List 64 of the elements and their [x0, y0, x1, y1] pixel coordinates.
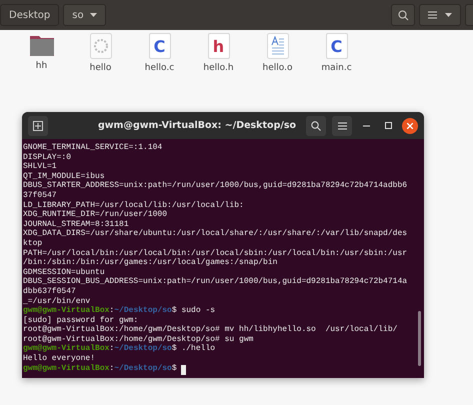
terminal-output-line: ktop [23, 238, 42, 249]
file-name: hello.c [144, 63, 174, 73]
new-tab-icon [33, 120, 43, 130]
file-name: main.c [321, 63, 352, 73]
prompt-path: ~/Desktop/so [114, 364, 172, 374]
terminal-output-line: DBUS_SESSION_BUS_ADDRESS=unix:path=/run/user/1000/bus,guid=d9281ba78294c72b4714a [23, 277, 408, 287]
terminal-output-line: JOURNAL_STREAM=8:31181 [23, 220, 129, 229]
terminal-output-line: root@gwm-VirtualBox:/home/gwm/Desktop/so# su gwm [23, 334, 254, 344]
terminal-output-line: QT_IM_MODULE=ibus [23, 172, 105, 181]
terminal-output-line: DISPLAY=:0 [23, 152, 72, 162]
prompt-separator: : [109, 344, 114, 354]
terminal-output-line: SHLVL=1 [23, 162, 57, 172]
prompt-path: ~/Desktop/so [114, 344, 172, 354]
search-icon [311, 120, 321, 130]
close-button[interactable] [402, 118, 418, 134]
maximize-icon [384, 122, 392, 129]
caret-icon [445, 13, 452, 17]
file-name: hello [90, 63, 112, 73]
breadcrumb-button[interactable]: so [63, 4, 106, 26]
prompt-user: gwm@gwm-VirtualBox [23, 306, 110, 316]
terminal-output-line: PATH=/usr/local/bin:/usr/local/bin:/usr/local/sbin:/usr/local/bin:/usr/sbin:/usr [23, 248, 408, 258]
source-file-icon: C [148, 33, 170, 59]
terminal-command: $ sudo -s [172, 306, 216, 316]
scrollbar[interactable] [418, 311, 421, 366]
new-tab-button[interactable] [28, 116, 48, 136]
minimize-icon [362, 124, 370, 126]
close-icon [407, 122, 413, 128]
source-file-icon: C [326, 33, 348, 59]
terminal-command: $ [172, 364, 178, 374]
search-button[interactable] [391, 4, 415, 26]
terminal-output-line: XDG_DATA_DIRS=/usr/share/ubuntu:/usr/local/share/:/usr/share/:/var/lib/snapd/des [23, 229, 408, 239]
breadcrumb-button[interactable]: Desktop [0, 4, 60, 26]
search-button[interactable] [306, 116, 326, 136]
terminal-output-line: [sudo] password for gwm: [23, 316, 138, 325]
terminal-output-line: 37f0547 [23, 190, 57, 201]
folder-icon [28, 33, 54, 57]
window-title: gwm@gwm-VirtualBox: ~/Desktop/so [96, 120, 298, 131]
prompt-separator: : [109, 306, 114, 316]
terminal-output-line: dbb637f0547 [23, 286, 76, 296]
terminal-output-line: DBUS_STARTER_ADDRESS=unix:path=/run/user/1000/bus,guid=d9281ba78294c72b4714adbb6 [23, 181, 408, 191]
prompt-path: ~/Desktop/so [114, 306, 172, 316]
search-icon [398, 10, 408, 20]
terminal-output-line: XDG_RUNTIME_DIR=/run/user/1000 [23, 210, 168, 220]
terminal-output-line: _=/usr/bin/env [23, 296, 90, 306]
gear-file-icon [90, 33, 112, 59]
file-name: hh [36, 61, 48, 71]
menu-icon [338, 122, 346, 130]
terminal-output-line: root@gwm-VirtualBox:/home/gwm/Desktop/so# mv hh/libhyhello.so /usr/local/lib/ [23, 325, 398, 335]
view-list-button[interactable] [419, 4, 461, 26]
source-file-icon: h [208, 33, 230, 59]
terminal-command: $ ./hello [172, 344, 216, 354]
terminal-output-line: /bin:/sbin:/bin:/usr/games:/usr/local/games:/snap/bin [23, 258, 278, 268]
prompt-user: gwm@gwm-VirtualBox [23, 364, 110, 374]
file-name: hello.h [203, 63, 234, 73]
terminal-output-line: Hello everyone! [23, 354, 96, 364]
terminal-output-line: GNOME_TERMINAL_SERVICE=:1.104 [23, 143, 162, 153]
file-name: hello.o [262, 63, 292, 73]
prompt-separator: : [109, 364, 114, 374]
caret-icon [90, 13, 97, 17]
terminal-output-line: GDMSESSION=ubuntu [23, 268, 105, 277]
prompt-user: gwm@gwm-VirtualBox [23, 344, 110, 354]
text-file-icon [266, 33, 288, 59]
terminal-output-line: LD_LIBRARY_PATH=/usr/local/lib:/usr/local/lib: [23, 200, 244, 210]
list-icon [428, 10, 437, 20]
